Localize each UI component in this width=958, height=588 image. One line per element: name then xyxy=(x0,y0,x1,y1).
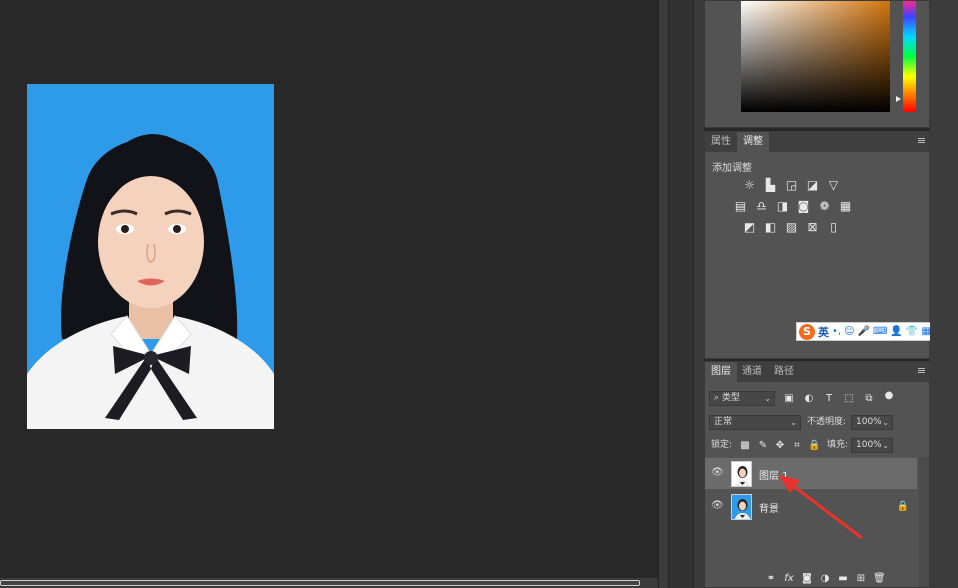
adjustment-layer-icon[interactable]: ◑ xyxy=(819,573,831,585)
skin-shirt-icon[interactable]: 👕 xyxy=(906,326,918,337)
new-layer-icon[interactable]: ⊞ xyxy=(855,573,867,585)
color-lookup-icon[interactable]: ▦ xyxy=(837,199,854,214)
right-dock-edge xyxy=(930,0,958,588)
photoshop-window: 属性 调整 添加调整 ☼ ▙ ◲ ◪ ▽ ▤ ♎ ◨ ◙ ❁ ▦ ◩ ◧ ▨ ⊠… xyxy=(0,0,958,588)
lock-position-icon[interactable]: ✥ xyxy=(774,440,786,452)
vibrance-icon[interactable]: ▽ xyxy=(825,178,842,193)
tab-adjustments[interactable]: 调整 xyxy=(737,132,769,152)
dock-gutter xyxy=(694,0,704,588)
layers-tabbar: 图层 通道 路径 xyxy=(705,362,929,382)
hue-slider-marker[interactable] xyxy=(896,96,901,102)
filter-adjustment-icon[interactable]: ◐ xyxy=(803,393,815,405)
color-field[interactable] xyxy=(741,1,890,112)
canvas-panel-divider[interactable] xyxy=(658,0,668,588)
ime-toolbar[interactable]: S 英 •, ☺ 🎤 ⌨ 👤 👕 ▦ xyxy=(796,322,942,341)
tab-channels[interactable]: 通道 xyxy=(736,362,768,382)
selective-color-icon[interactable]: ⊠ xyxy=(804,220,821,235)
layer-lock-icon[interactable]: 🔒 xyxy=(897,501,909,512)
filter-shape-icon[interactable]: ⬚ xyxy=(843,393,855,405)
opacity-field[interactable]: 100% ⌄ xyxy=(851,415,893,430)
filter-type-icon[interactable]: T xyxy=(823,393,835,405)
adjustment-row-1: ☼ ▙ ◲ ◪ ▽ xyxy=(741,178,842,193)
layers-scrollbar[interactable] xyxy=(919,457,929,587)
photo-filter-icon[interactable]: ◙ xyxy=(795,199,812,214)
punctuation-icon[interactable]: •, xyxy=(832,326,841,337)
blend-mode-select[interactable]: 正常 ⌄ xyxy=(709,415,801,430)
user-icon[interactable]: 👤 xyxy=(890,326,902,337)
channel-mixer-icon[interactable]: ❁ xyxy=(816,199,833,214)
panel-menu-icon[interactable] xyxy=(918,138,925,144)
emoji-icon[interactable]: ☺ xyxy=(844,326,854,337)
lock-all-icon[interactable]: 🔒 xyxy=(808,440,820,452)
adjustments-tabbar: 属性 调整 xyxy=(705,132,929,152)
exposure-icon[interactable]: ◪ xyxy=(804,178,821,193)
trash-icon[interactable]: 🗑 xyxy=(873,573,886,585)
gradient-map-icon[interactable]: ▯ xyxy=(825,220,842,235)
filter-smart-object-icon[interactable]: ⧉ xyxy=(863,393,875,405)
id-photo-image xyxy=(27,84,274,429)
threshold-icon[interactable]: ▨ xyxy=(783,220,800,235)
tab-layers[interactable]: 图层 xyxy=(705,362,737,382)
visibility-eye-icon[interactable]: 👁 xyxy=(711,468,724,478)
layer-filter-select[interactable]: ⌕ 类型 ⌄ xyxy=(709,391,775,406)
sogou-logo-icon[interactable]: S xyxy=(799,323,815,340)
color-balance-icon[interactable]: ♎ xyxy=(753,199,770,214)
search-icon: ⌕ xyxy=(714,393,722,403)
tab-paths[interactable]: 路径 xyxy=(768,362,800,382)
visibility-eye-icon[interactable]: 👁 xyxy=(711,501,724,511)
canvas-horizontal-scrollbar[interactable] xyxy=(0,578,658,588)
fill-label: 填充: xyxy=(827,440,849,450)
annotation-arrow xyxy=(778,475,863,540)
lock-artboard-icon[interactable]: ⌗ xyxy=(791,440,803,452)
layers-footer-toolbar: ⚭ fx ◙ ◑ ▬ ⊞ 🗑 xyxy=(765,573,886,585)
adjustment-row-2: ▤ ♎ ◨ ◙ ❁ ▦ xyxy=(732,199,854,214)
lock-image-pixels-icon[interactable]: ✎ xyxy=(757,440,769,452)
filter-pixel-icon[interactable]: ▣ xyxy=(783,393,795,405)
ime-language-toggle[interactable]: 英 xyxy=(818,324,829,340)
layer-thumbnail xyxy=(731,461,752,487)
add-adjustment-title: 添加调整 xyxy=(712,163,752,174)
tab-properties[interactable]: 属性 xyxy=(705,132,737,152)
black-white-icon[interactable]: ◨ xyxy=(774,199,791,214)
fill-field[interactable]: 100% ⌄ xyxy=(851,438,893,453)
filter-toggle-icon[interactable]: ● xyxy=(883,390,895,402)
opacity-label: 不透明度: xyxy=(807,417,847,427)
mask-icon[interactable]: ◙ xyxy=(801,573,813,585)
keyboard-icon[interactable]: ⌨ xyxy=(873,326,887,337)
layer-thumbnail xyxy=(731,494,752,520)
document-canvas[interactable] xyxy=(0,0,658,578)
hue-slider[interactable] xyxy=(903,1,916,112)
invert-icon[interactable]: ◩ xyxy=(741,220,758,235)
microphone-icon[interactable]: 🎤 xyxy=(858,326,870,337)
adjustment-row-3: ◩ ◧ ▨ ⊠ ▯ xyxy=(741,220,842,235)
lock-label: 锁定: xyxy=(711,440,733,450)
fx-icon[interactable]: fx xyxy=(783,573,795,585)
hue-saturation-icon[interactable]: ▤ xyxy=(732,199,749,214)
curves-icon[interactable]: ◲ xyxy=(783,178,800,193)
lock-transparent-pixels-icon[interactable]: ▩ xyxy=(739,440,751,452)
levels-icon[interactable]: ▙ xyxy=(762,178,779,193)
panel-menu-icon[interactable] xyxy=(918,368,925,374)
group-folder-icon[interactable]: ▬ xyxy=(837,573,849,585)
link-icon[interactable]: ⚭ xyxy=(765,573,777,585)
color-picker-panel xyxy=(704,0,930,128)
brightness-contrast-icon[interactable]: ☼ xyxy=(741,178,758,193)
posterize-icon[interactable]: ◧ xyxy=(762,220,779,235)
collapsed-panel-strip[interactable] xyxy=(668,0,694,588)
